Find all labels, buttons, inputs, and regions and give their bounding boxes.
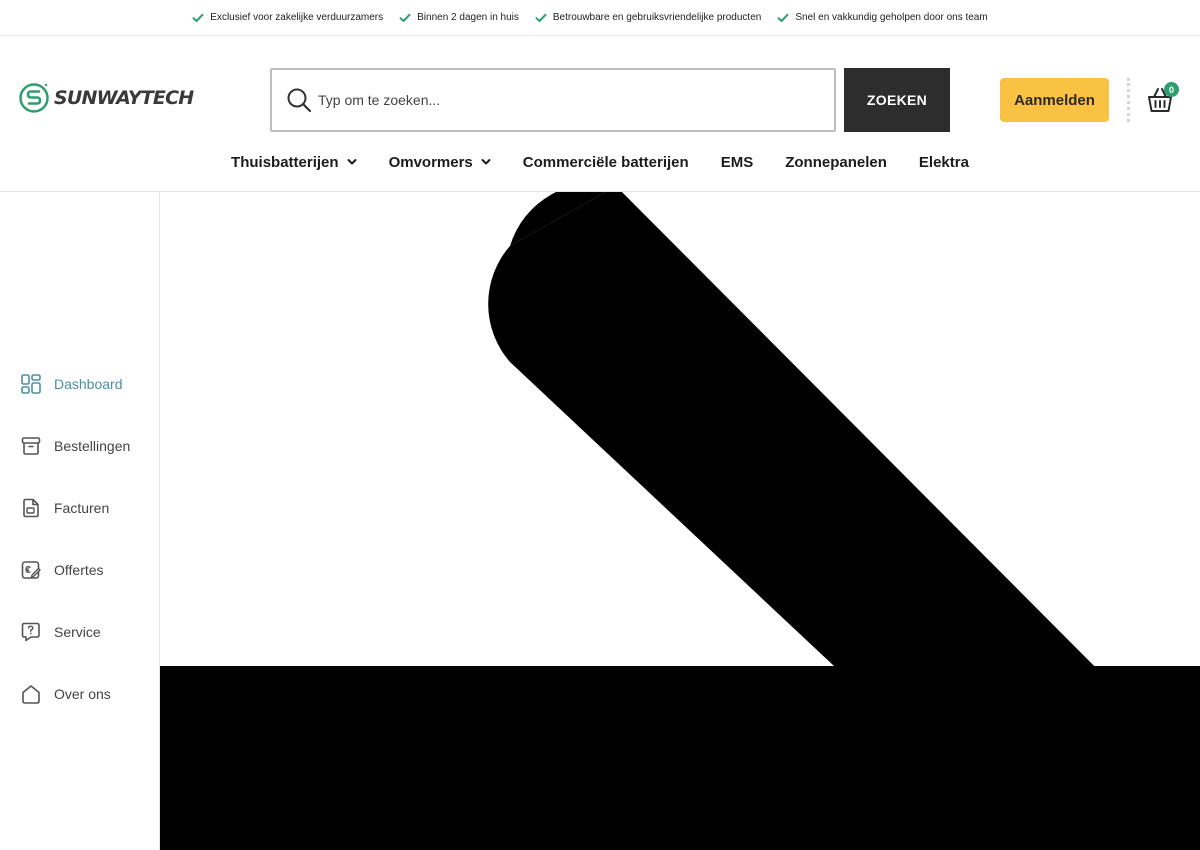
sunwaytech-logo-icon	[19, 83, 49, 113]
sidebar-item-dashboard[interactable]: Dashboard	[20, 370, 160, 398]
check-icon	[192, 13, 204, 22]
page: Exclusief voor zakelijke verduurzamers B…	[0, 0, 1200, 850]
nav-item-thuisbatterijen[interactable]: Thuisbatterijen	[231, 154, 357, 171]
sidebar-item-label: Dashboard	[54, 376, 123, 392]
chevron-down-icon	[347, 159, 357, 165]
sidebar-item-service[interactable]: Service	[20, 618, 160, 646]
quote-icon	[21, 561, 41, 579]
main-content	[160, 192, 1200, 850]
header-divider	[1127, 78, 1130, 122]
account-sidebar: Dashboard Bestellingen Facturen Offertes…	[0, 192, 160, 850]
search-icon	[287, 88, 312, 113]
usp-item: Betrouwbare en gebruiksvriendelijke prod…	[535, 12, 761, 23]
usp-text: Betrouwbare en gebruiksvriendelijke prod…	[552, 12, 762, 23]
sidebar-item-offertes[interactable]: Offertes	[20, 556, 160, 584]
check-icon	[399, 13, 411, 22]
nav-item-label: Commerciële batterijen	[522, 153, 689, 171]
nav-item-omvormers[interactable]: Omvormers	[389, 154, 491, 171]
sidebar-item-label: Offertes	[54, 562, 104, 578]
sidebar-item-label: Service	[54, 624, 101, 640]
usp-text: Exclusief voor zakelijke verduurzamers	[210, 12, 384, 23]
usp-text: Binnen 2 dagen in huis	[417, 12, 519, 23]
sidebar-item-label: Over ons	[54, 686, 111, 702]
usp-bar: Exclusief voor zakelijke verduurzamers B…	[0, 0, 1200, 36]
nav-item-label: Thuisbatterijen	[231, 153, 339, 171]
sidebar-item-label: Facturen	[54, 500, 110, 516]
usp-text: Snel en vakkundig geholpen door ons team	[795, 12, 988, 23]
nav-item-ems[interactable]: EMS	[721, 154, 754, 171]
chevron-icon	[160, 192, 1200, 850]
home-icon	[22, 685, 40, 704]
search-box	[270, 68, 836, 132]
login-button[interactable]: Aanmelden	[1000, 78, 1109, 122]
nav-item-commerciele-batterijen[interactable]: Commerciële batterijen	[523, 154, 689, 171]
sidebar-item-bestellingen[interactable]: Bestellingen	[20, 432, 160, 460]
sidebar-item-facturen[interactable]: Facturen	[20, 494, 160, 522]
logo-text: SUNWAYTECH	[54, 87, 194, 109]
check-icon	[535, 13, 547, 22]
sidebar-item-over-ons[interactable]: Over ons	[20, 680, 160, 708]
dashboard-icon	[21, 374, 41, 394]
nav-item-label: Zonnepanelen	[785, 153, 887, 171]
nav-item-label: EMS	[720, 153, 754, 171]
chevron-down-icon	[481, 159, 491, 165]
help-chat-icon	[21, 622, 40, 642]
logo[interactable]: SUNWAYTECH	[18, 82, 194, 114]
nav-item-label: Omvormers	[388, 153, 473, 171]
usp-item: Snel en vakkundig geholpen door ons team	[777, 12, 988, 23]
check-icon	[777, 13, 789, 22]
site-header: SUNWAYTECH ZOEKEN Aanmelden 0 Thuisbatte…	[0, 36, 1200, 192]
search-input[interactable]	[318, 92, 798, 108]
usp-item: Binnen 2 dagen in huis	[399, 12, 519, 23]
nav-item-label: Elektra	[918, 153, 969, 171]
nav-item-zonnepanelen[interactable]: Zonnepanelen	[785, 154, 887, 171]
archive-box-icon	[21, 437, 41, 455]
invoice-icon	[23, 498, 39, 518]
usp-item: Exclusief voor zakelijke verduurzamers	[192, 12, 383, 23]
search-button[interactable]: ZOEKEN	[844, 68, 950, 132]
sidebar-item-label: Bestellingen	[54, 438, 131, 454]
cart-count-badge: 0	[1164, 82, 1179, 97]
nav-item-elektra[interactable]: Elektra	[919, 154, 969, 171]
main-nav: Thuisbatterijen Omvormers Commerciële ba…	[0, 150, 1200, 174]
